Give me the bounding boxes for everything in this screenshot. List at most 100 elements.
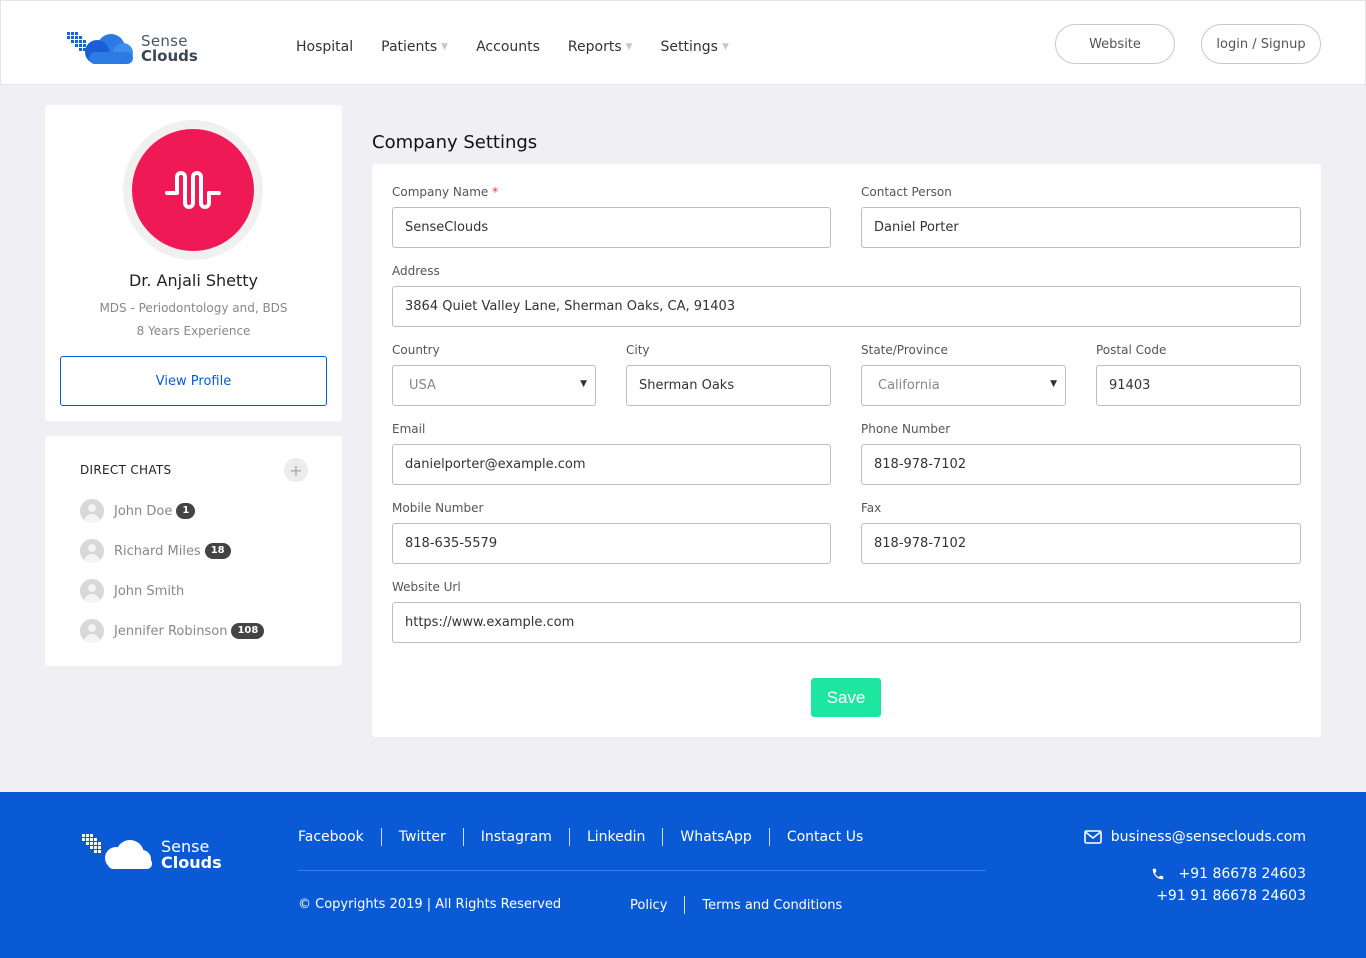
doctor-experience: 8 Years Experience [136, 324, 251, 338]
user-avatar-icon [80, 579, 104, 603]
footer-link-linkedin[interactable]: Linkedin [587, 829, 645, 845]
nav-accounts[interactable]: Accounts [476, 39, 540, 55]
company-name-input[interactable] [392, 207, 831, 248]
nav-label: Patients [381, 39, 438, 55]
cloud-logo-icon [82, 834, 152, 869]
divider [462, 828, 464, 846]
chevron-down-icon: ▼ [580, 379, 587, 389]
email-label: Email [392, 422, 426, 436]
mobile-input[interactable] [392, 523, 831, 564]
brand-line2: Clouds [161, 853, 222, 872]
profile-card: Dr. Anjali Shetty MDS - Periodontology a… [45, 105, 342, 421]
user-avatar-icon [80, 539, 104, 563]
divider [684, 896, 686, 914]
direct-chats-card: DIRECT CHATS + John Doe 1 Richard Miles … [45, 436, 342, 666]
brand-line2: Clouds [141, 47, 198, 65]
phone-input[interactable] [861, 444, 1301, 485]
footer-legal-links: Policy Terms and Conditions [630, 896, 842, 914]
website-url-label: Website Url [392, 580, 461, 594]
fax-label: Fax [861, 501, 882, 515]
divider [568, 828, 570, 846]
country-label: Country [392, 343, 440, 357]
footer-divider [298, 870, 986, 871]
chat-item-john-smith[interactable]: John Smith [80, 578, 184, 604]
footer-phone-2-text: +91 91 86678 24603 [1156, 888, 1306, 904]
nav-patients[interactable]: Patients ▼ [381, 39, 448, 55]
avatar [132, 129, 254, 251]
nav-label: Reports [567, 39, 622, 55]
nav-settings[interactable]: Settings ▼ [661, 39, 729, 55]
doctor-name: Dr. Anjali Shetty [128, 271, 259, 290]
save-button[interactable]: Save [811, 678, 881, 717]
divider [768, 828, 770, 846]
email-input[interactable] [392, 444, 831, 485]
avatar-ring [123, 120, 263, 260]
chat-name: John Smith [114, 583, 185, 599]
mail-icon [1083, 830, 1102, 844]
chevron-down-icon: ▼ [1050, 379, 1057, 389]
address-input[interactable] [392, 286, 1301, 327]
login-signup-button[interactable]: login / Signup [1201, 24, 1321, 64]
chats-title: DIRECT CHATS [80, 463, 172, 477]
label-text: Company Name [392, 185, 489, 199]
footer-link-facebook[interactable]: Facebook [298, 829, 364, 845]
chat-name: John Doe [114, 503, 173, 519]
nav-label: Hospital [296, 39, 354, 55]
state-select[interactable]: California ▼ [861, 365, 1066, 406]
chevron-down-icon: ▼ [625, 42, 633, 52]
postal-code-label: Postal Code [1096, 343, 1167, 357]
footer-email[interactable]: business@senseclouds.com [1083, 829, 1306, 845]
country-value: USA [409, 378, 436, 393]
nav-label: Accounts [476, 39, 540, 55]
brand-logo[interactable]: Sense Clouds [65, 26, 215, 68]
footer-email-text: business@senseclouds.com [1110, 829, 1306, 845]
user-avatar-icon [80, 499, 104, 523]
nav-hospital[interactable]: Hospital [296, 39, 353, 55]
cloud-logo-icon [67, 32, 133, 64]
mobile-label: Mobile Number [392, 501, 484, 515]
country-select[interactable]: USA ▼ [392, 365, 596, 406]
contact-person-label: Contact Person [861, 185, 952, 199]
unread-badge: 108 [231, 623, 265, 639]
main-nav: Hospital Patients ▼ Accounts Reports ▼ Set… [296, 39, 757, 55]
nav-reports[interactable]: Reports ▼ [568, 39, 633, 55]
state-label: State/Province [861, 343, 948, 357]
brand-name: Sense Clouds [141, 34, 198, 64]
phone-label: Phone Number [861, 422, 951, 436]
add-chat-icon[interactable]: + [284, 458, 308, 482]
chevron-down-icon: ▼ [721, 42, 729, 52]
website-url-input[interactable] [392, 602, 1301, 643]
view-profile-button[interactable]: View Profile [60, 356, 327, 406]
footer-link-whatsapp[interactable]: WhatsApp [680, 829, 751, 845]
chat-item-richard-miles[interactable]: Richard Miles 18 [80, 538, 231, 564]
postal-code-input[interactable] [1096, 365, 1301, 406]
website-button[interactable]: Website [1055, 24, 1175, 64]
footer-phone-2[interactable]: +91 91 86678 24603 [1156, 888, 1306, 904]
doctor-qualification: MDS - Periodontology and, BDS [99, 301, 288, 315]
chat-name: Richard Miles [114, 543, 201, 559]
city-input[interactable] [626, 365, 831, 406]
footer-phone-1-text: +91 86678 24603 [1178, 866, 1306, 882]
footer-link-instagram[interactable]: Instagram [481, 829, 552, 845]
policy-link[interactable]: Policy [630, 898, 667, 913]
chevron-down-icon: ▼ [441, 42, 449, 52]
footer-link-contact-us[interactable]: Contact Us [787, 829, 863, 845]
divider [380, 828, 382, 846]
footer: Sense Clouds Facebook Twitter Instagram … [0, 792, 1366, 958]
fax-input[interactable] [861, 523, 1301, 564]
page-title: Company Settings [372, 132, 538, 153]
address-label: Address [392, 264, 440, 278]
chat-item-john-doe[interactable]: John Doe 1 [80, 498, 196, 524]
pulse-logo-icon [165, 171, 221, 209]
terms-link[interactable]: Terms and Conditions [702, 898, 842, 913]
chat-item-jennifer-robinson[interactable]: Jennifer Robinson 108 [80, 618, 265, 644]
footer-logo[interactable]: Sense Clouds [80, 830, 240, 880]
footer-link-twitter[interactable]: Twitter [399, 829, 446, 845]
footer-phone-1[interactable]: +91 86678 24603 [1151, 866, 1306, 882]
required-mark: * [492, 185, 499, 199]
city-label: City [626, 343, 650, 357]
phone-icon [1153, 868, 1164, 880]
unread-badge: 18 [204, 543, 231, 559]
state-value: California [878, 378, 940, 393]
contact-person-input[interactable] [861, 207, 1301, 248]
